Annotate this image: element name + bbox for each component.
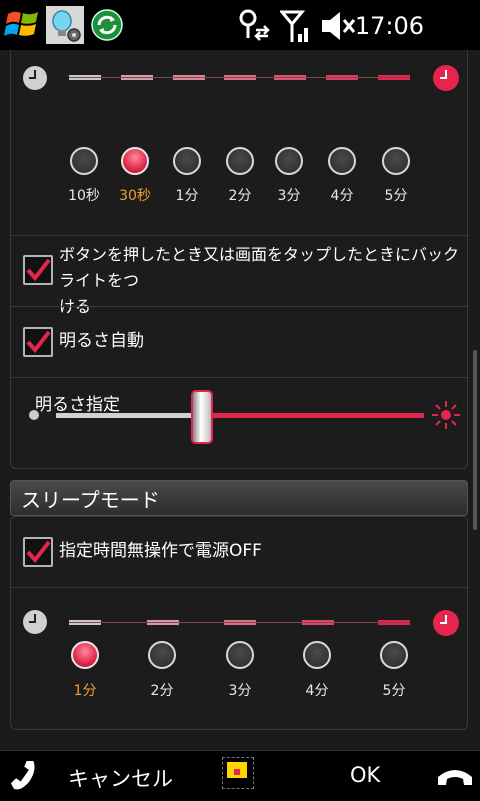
end-call-icon[interactable] bbox=[436, 765, 474, 789]
option-label: 10秒 bbox=[68, 188, 100, 204]
brightness-slider[interactable] bbox=[20, 390, 470, 444]
clock-icon bbox=[23, 610, 47, 634]
option-label: 2分 bbox=[150, 683, 174, 699]
radio-5min[interactable] bbox=[382, 147, 410, 175]
settings-content[interactable]: 10秒 30秒 1分 2分 3分 4分 5分 ボタンを押したとき又は画面をタップ… bbox=[0, 50, 480, 750]
option-label: 1分 bbox=[175, 188, 199, 204]
clock[interactable]: 17:06 bbox=[355, 12, 424, 40]
connectivity-icon[interactable] bbox=[236, 8, 272, 46]
auto-brightness-checkbox[interactable] bbox=[23, 327, 53, 357]
radio-sleep-2min[interactable] bbox=[148, 641, 176, 669]
option-label: 3分 bbox=[277, 188, 301, 204]
option-label-selected: 1分 bbox=[73, 683, 97, 699]
radio-sleep-5min[interactable] bbox=[380, 641, 408, 669]
cancel-button[interactable]: キャンセル bbox=[68, 763, 173, 793]
touch-backlight-label-line1: ボタンを押したとき又は画面をタップしたときにバックライトをつ bbox=[59, 245, 460, 290]
scrollbar[interactable] bbox=[473, 350, 477, 530]
auto-brightness-label: 明るさ自動 bbox=[59, 331, 144, 351]
radio-10sec[interactable] bbox=[70, 147, 98, 175]
auto-off-label: 指定時間無操作で電源OFF bbox=[59, 541, 262, 561]
radio-4min[interactable] bbox=[328, 147, 356, 175]
bottom-bar: キャンセル OK bbox=[0, 750, 480, 801]
backlight-timeout-selector: 10秒 30秒 1分 2分 3分 4分 5分 bbox=[11, 50, 467, 204]
option-label: 5分 bbox=[384, 188, 408, 204]
sleep-mode-panel: 指定時間無操作で電源OFF 1分 2分 3分 4分 5分 bbox=[10, 516, 468, 730]
auto-brightness-row[interactable]: 明るさ自動 bbox=[11, 306, 467, 377]
touch-backlight-row[interactable]: ボタンを押したとき又は画面をタップしたときにバックライトをつ ける bbox=[11, 235, 467, 316]
brightness-min-icon bbox=[29, 410, 39, 420]
volume-muted-icon[interactable] bbox=[320, 10, 356, 46]
radio-sleep-1min[interactable] bbox=[71, 641, 99, 669]
signal-icon[interactable] bbox=[278, 8, 310, 48]
lightbulb-gear-icon[interactable] bbox=[46, 6, 84, 44]
option-label-selected: 30秒 bbox=[119, 188, 151, 204]
option-label: 2分 bbox=[228, 188, 252, 204]
sleep-timeout-selector: 1分 2分 3分 4分 5分 bbox=[11, 587, 467, 729]
option-label: 5分 bbox=[382, 683, 406, 699]
brightness-max-icon bbox=[432, 401, 460, 429]
timeline-line bbox=[69, 77, 409, 78]
radio-sleep-4min[interactable] bbox=[303, 641, 331, 669]
option-label: 4分 bbox=[305, 683, 329, 699]
sleep-mode-heading: スリープモード bbox=[10, 480, 468, 516]
input-method-icon[interactable] bbox=[222, 757, 254, 789]
status-bar: 17:06 bbox=[0, 0, 480, 50]
slider-thumb[interactable] bbox=[191, 390, 213, 444]
timeline-line bbox=[69, 622, 409, 623]
auto-off-checkbox[interactable] bbox=[23, 537, 53, 567]
ok-button[interactable]: OK bbox=[350, 763, 380, 787]
radio-30sec[interactable] bbox=[121, 147, 149, 175]
touch-backlight-checkbox[interactable] bbox=[23, 255, 53, 285]
sleep-mode-heading-text: スリープモード bbox=[21, 488, 160, 512]
auto-off-row[interactable]: 指定時間無操作で電源OFF bbox=[11, 517, 467, 587]
alarm-clock-icon bbox=[433, 65, 459, 91]
option-label: 3分 bbox=[228, 683, 252, 699]
phone-call-icon[interactable] bbox=[6, 761, 40, 793]
radio-3min[interactable] bbox=[275, 147, 303, 175]
windows-start-icon[interactable] bbox=[4, 6, 42, 46]
radio-1min[interactable] bbox=[173, 147, 201, 175]
alarm-clock-icon bbox=[433, 610, 459, 636]
radio-sleep-3min[interactable] bbox=[226, 641, 254, 669]
radio-2min[interactable] bbox=[226, 147, 254, 175]
slider-track-right bbox=[210, 413, 424, 418]
clock-icon bbox=[23, 66, 47, 90]
slider-track-left bbox=[56, 413, 196, 418]
sync-icon[interactable] bbox=[90, 8, 124, 46]
option-label: 4分 bbox=[330, 188, 354, 204]
